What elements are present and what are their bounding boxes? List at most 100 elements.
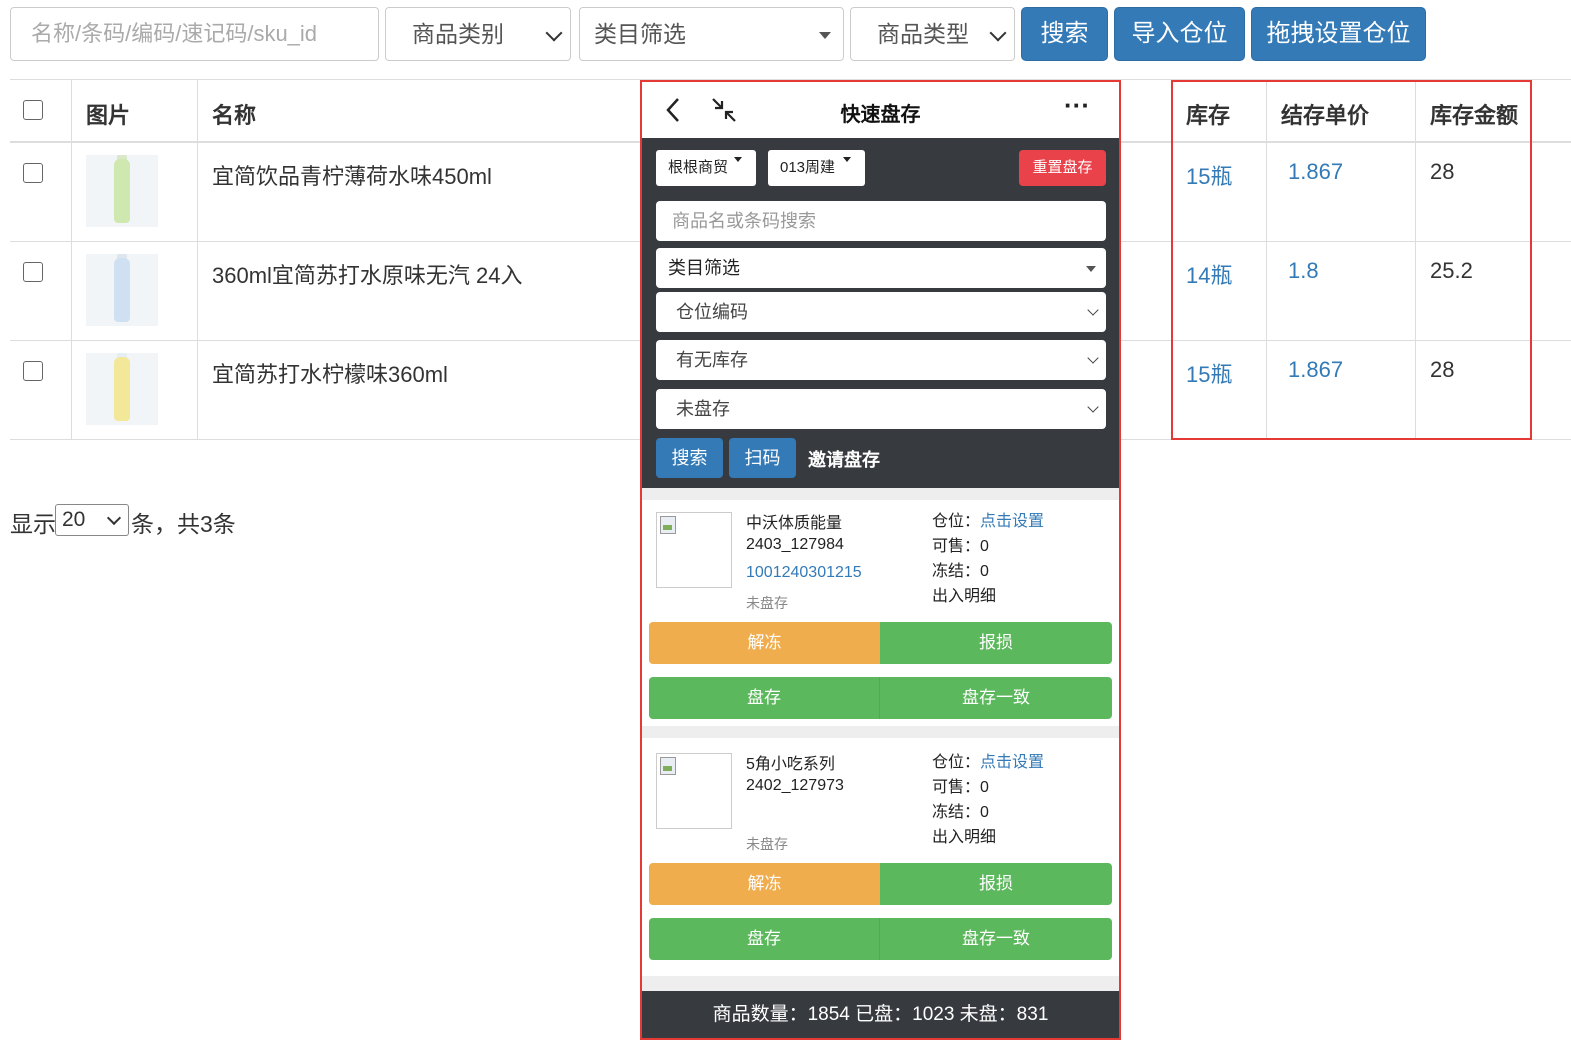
amount-cell: 28 bbox=[1415, 341, 1571, 439]
unit-price-cell: 1.867 bbox=[1266, 143, 1415, 241]
header-amount-cell: 库存金额 bbox=[1415, 80, 1571, 141]
header-name: 名称 bbox=[212, 103, 257, 128]
frozen-value: 0 bbox=[980, 563, 989, 580]
set-location-link[interactable]: 点击设置 bbox=[980, 754, 1044, 771]
page-size-value: 20 bbox=[62, 508, 86, 531]
bottle-icon bbox=[114, 159, 130, 223]
separator bbox=[642, 488, 1119, 500]
amount-cell: 28 bbox=[1415, 143, 1571, 241]
unit-price-cell: 1.867 bbox=[1266, 341, 1415, 439]
location-code-select[interactable]: 仓位编码 bbox=[656, 292, 1106, 332]
sellable-value: 0 bbox=[980, 779, 989, 796]
caret-down-icon bbox=[843, 157, 851, 162]
sellable-label: 可售： bbox=[932, 779, 981, 796]
category-select[interactable]: 商品类别 bbox=[385, 7, 571, 61]
stocktake-match-button[interactable]: 盘存一致 bbox=[880, 677, 1112, 719]
report-damage-button[interactable]: 报损 bbox=[880, 863, 1112, 905]
category-filter-label: 类目筛选 bbox=[594, 21, 686, 47]
product-image bbox=[86, 155, 158, 227]
unit-price-value[interactable]: 1.867 bbox=[1288, 357, 1343, 383]
search-input[interactable]: 名称/条码/编码/速记码/sku_id bbox=[10, 7, 379, 61]
in-out-detail-link[interactable]: 出入明细 bbox=[932, 823, 996, 847]
unfreeze-button[interactable]: 解冻 bbox=[649, 622, 880, 664]
phone-search-button[interactable]: 搜索 bbox=[656, 438, 723, 478]
invite-stocktake-link[interactable]: 邀请盘存 bbox=[808, 446, 880, 472]
sellable-label: 可售： bbox=[932, 538, 981, 555]
header-unit-price-cell: 结存单价 bbox=[1266, 80, 1415, 141]
header-image-cell: 图片 bbox=[71, 80, 197, 141]
week-dropdown-label: 013周建 bbox=[780, 159, 836, 176]
search-button[interactable]: 搜索 bbox=[1021, 7, 1108, 61]
stocktake-match-button[interactable]: 盘存一致 bbox=[880, 918, 1112, 960]
amount-value: 28 bbox=[1430, 357, 1455, 382]
pager-summary: 条，共3条 bbox=[131, 511, 236, 537]
image-cell bbox=[71, 242, 197, 340]
chevron-down-icon bbox=[1087, 304, 1099, 316]
row-checkbox[interactable] bbox=[23, 262, 43, 282]
reset-stocktake-button[interactable]: 重置盘存 bbox=[1019, 150, 1106, 186]
stock-item-card: 5角小吃系列 2402_127973 未盘存 仓位：点击设置 可售：0 冻结：0… bbox=[642, 738, 1119, 964]
product-image bbox=[86, 353, 158, 425]
phone-search-input[interactable]: 商品名或条码搜索 bbox=[656, 201, 1106, 241]
item-status: 未盘存 bbox=[746, 836, 788, 852]
scan-button[interactable]: 扫码 bbox=[729, 438, 796, 478]
report-damage-button[interactable]: 报损 bbox=[880, 622, 1112, 664]
in-out-detail-link[interactable]: 出入明细 bbox=[932, 582, 996, 606]
week-dropdown[interactable]: 013周建 bbox=[768, 150, 865, 186]
frozen-label: 冻结： bbox=[932, 804, 981, 821]
unfreeze-button[interactable]: 解冻 bbox=[649, 863, 880, 905]
has-stock-select[interactable]: 有无库存 bbox=[656, 340, 1106, 380]
category-select-label: 商品类别 bbox=[412, 21, 504, 47]
frozen-label: 冻结： bbox=[932, 563, 981, 580]
set-location-link[interactable]: 点击设置 bbox=[980, 513, 1044, 530]
stocktake-summary-bar: 商品数量：1854 已盘：1023 未盘：831 bbox=[642, 991, 1119, 1038]
unit-price-value[interactable]: 1.867 bbox=[1288, 159, 1343, 185]
drag-set-location-button[interactable]: 拖拽设置仓位 bbox=[1251, 7, 1426, 61]
product-name: 360ml宜简苏打水原味无汽 24入 bbox=[212, 263, 523, 288]
item-code: 2403_127984 bbox=[746, 536, 844, 553]
has-stock-label: 有无库存 bbox=[676, 350, 748, 370]
item-barcode[interactable]: 1001240301215 bbox=[746, 564, 862, 582]
header-unit-price: 结存单价 bbox=[1281, 103, 1370, 128]
store-dropdown[interactable]: 根根商贸 bbox=[656, 150, 756, 186]
stocktake-button[interactable]: 盘存 bbox=[649, 918, 880, 960]
status-label: 未盘存 bbox=[676, 399, 730, 419]
stock-value[interactable]: 15瓶 bbox=[1186, 159, 1232, 191]
page-size-select[interactable]: 20 bbox=[55, 504, 129, 536]
frozen-value: 0 bbox=[980, 804, 989, 821]
stock-value[interactable]: 15瓶 bbox=[1186, 357, 1232, 389]
chevron-down-icon bbox=[545, 24, 563, 42]
header-stock-cell: 库存 bbox=[1171, 80, 1266, 141]
image-cell bbox=[71, 341, 197, 439]
location-label: 仓位： bbox=[932, 754, 981, 771]
location-row: 仓位：点击设置 bbox=[932, 507, 1044, 531]
stocktake-button[interactable]: 盘存 bbox=[649, 677, 880, 719]
product-name: 宜简苏打水柠檬味360ml bbox=[212, 362, 448, 387]
phone-category-filter[interactable]: 类目筛选 bbox=[656, 248, 1106, 288]
type-select[interactable]: 商品类型 bbox=[850, 7, 1015, 61]
phone-category-filter-label: 类目筛选 bbox=[668, 258, 740, 278]
header-image: 图片 bbox=[86, 103, 131, 128]
caret-down-icon bbox=[819, 32, 831, 39]
row-checkbox[interactable] bbox=[23, 361, 43, 381]
unit-price-value[interactable]: 1.8 bbox=[1288, 258, 1319, 284]
status-select[interactable]: 未盘存 bbox=[656, 389, 1106, 429]
item-code: 2402_127973 bbox=[746, 777, 844, 794]
frozen-row: 冻结：0 bbox=[932, 798, 989, 822]
frozen-row: 冻结：0 bbox=[932, 557, 989, 581]
category-filter-select[interactable]: 类目筛选 bbox=[579, 7, 844, 61]
chevron-down-icon bbox=[989, 24, 1007, 42]
amount-value: 25.2 bbox=[1430, 258, 1473, 283]
import-location-button[interactable]: 导入仓位 bbox=[1114, 7, 1245, 61]
item-status: 未盘存 bbox=[746, 595, 788, 611]
select-all-checkbox[interactable] bbox=[23, 100, 43, 120]
location-label: 仓位： bbox=[932, 513, 981, 530]
row-checkbox[interactable] bbox=[23, 163, 43, 183]
type-select-label: 商品类型 bbox=[877, 21, 969, 47]
stock-item-card: 中沃体质能量 2403_127984 1001240301215 未盘存 仓位：… bbox=[642, 500, 1119, 726]
phone-title: 快速盘存 bbox=[840, 104, 921, 126]
location-row: 仓位：点击设置 bbox=[932, 748, 1044, 772]
quick-stocktake-panel: 快速盘存 ··· 根根商贸 013周建 重置盘存 商品名或条码搜索 类目筛选 仓… bbox=[642, 82, 1119, 1038]
more-icon[interactable]: ··· bbox=[1064, 90, 1090, 121]
stock-value[interactable]: 14瓶 bbox=[1186, 258, 1232, 290]
